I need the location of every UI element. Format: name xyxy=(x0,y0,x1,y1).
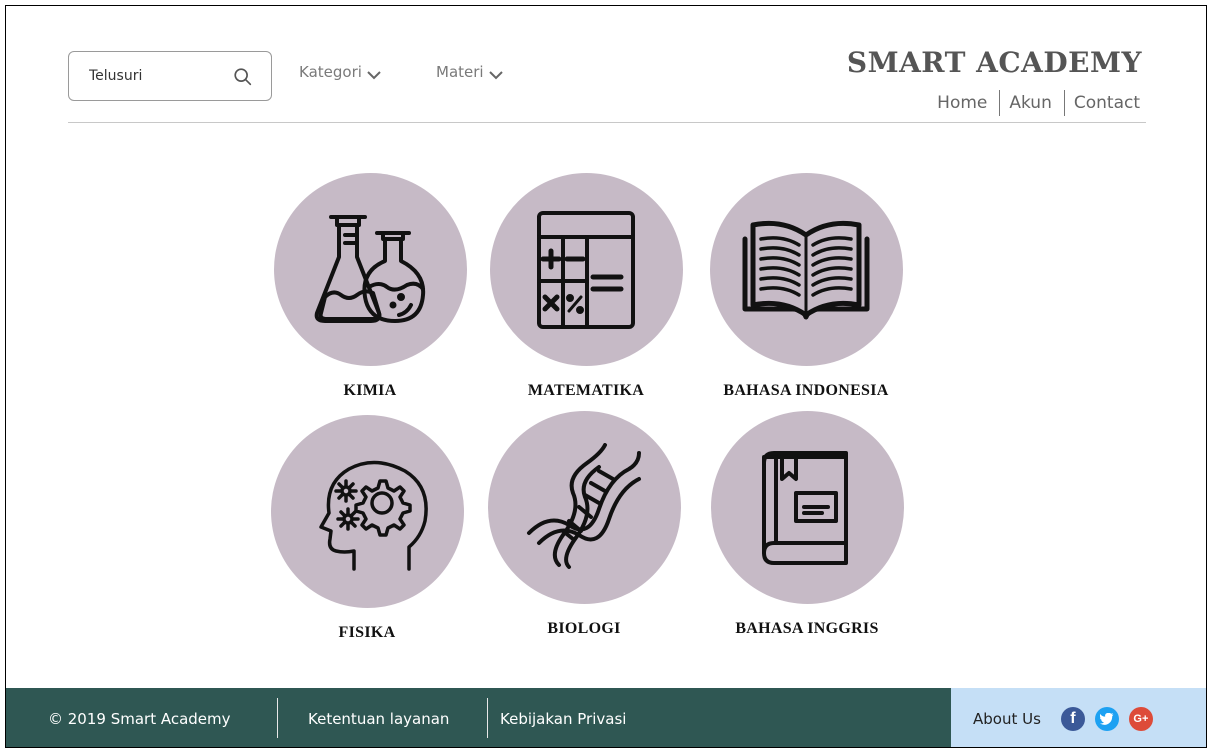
subject-circle[interactable] xyxy=(487,411,681,604)
footer-divider xyxy=(487,698,488,738)
subject-circle[interactable] xyxy=(709,173,903,366)
footer-bar: © 2019 Smart Academy Ketentuan layanan K… xyxy=(6,688,951,747)
footer-divider xyxy=(277,698,278,738)
subject-label[interactable]: KIMIA xyxy=(270,382,470,400)
top-nav-links: Home Akun Contact xyxy=(937,90,1140,116)
dna-icon xyxy=(527,442,641,569)
materi-menu-label: Materi xyxy=(436,63,484,81)
page-frame: Kategori Materi SMART ACADEMY Home Akun … xyxy=(5,5,1207,748)
subject-card-kimia[interactable]: KIMIA xyxy=(270,173,470,400)
footer-about-section: About Us f G+ xyxy=(951,688,1206,747)
materi-menu[interactable]: Materi xyxy=(436,63,504,81)
subject-card-bahasa-inggris[interactable]: BAHASA INGGRIS xyxy=(707,411,907,638)
footer-link-privacy[interactable]: Kebijakan Privasi xyxy=(500,688,626,747)
search-input[interactable] xyxy=(89,52,229,100)
subject-circle[interactable] xyxy=(273,173,467,366)
subject-label[interactable]: FISIKA xyxy=(267,624,467,642)
closed-book-icon xyxy=(762,450,848,565)
subject-card-fisika[interactable]: FISIKA xyxy=(267,415,467,642)
subject-label[interactable]: BAHASA INDONESIA xyxy=(706,382,906,400)
subject-circle[interactable] xyxy=(270,415,464,608)
header-divider xyxy=(68,122,1146,123)
footer-link-about[interactable]: About Us xyxy=(973,710,1041,728)
chevron-down-icon xyxy=(488,71,503,80)
subject-label[interactable]: MATEMATIKA xyxy=(486,382,686,400)
twitter-icon[interactable] xyxy=(1094,706,1119,731)
twitter-bird-glyph xyxy=(1099,712,1114,725)
kategori-menu-label: Kategori xyxy=(299,63,362,81)
nav-link-home[interactable]: Home xyxy=(937,93,987,113)
nav-link-contact[interactable]: Contact xyxy=(1074,93,1140,113)
facebook-icon[interactable]: f xyxy=(1060,706,1085,731)
nav-link-akun[interactable]: Akun xyxy=(1009,93,1052,113)
kategori-menu[interactable]: Kategori xyxy=(299,63,382,81)
open-book-icon xyxy=(742,220,870,319)
search-box[interactable] xyxy=(68,51,272,101)
subject-circle[interactable] xyxy=(710,411,904,604)
footer-copyright: © 2019 Smart Academy xyxy=(48,709,231,728)
nav-divider xyxy=(1063,90,1065,116)
search-icon[interactable] xyxy=(232,66,254,88)
flask-icon xyxy=(314,214,426,323)
chevron-down-icon xyxy=(367,71,381,80)
subject-card-matematika[interactable]: MATEMATIKA xyxy=(486,173,686,400)
subject-circle[interactable] xyxy=(489,173,683,366)
subject-card-biologi[interactable]: BIOLOGI xyxy=(484,411,684,638)
footer-link-terms[interactable]: Ketentuan layanan xyxy=(308,688,449,747)
subject-label[interactable]: BAHASA INGGRIS xyxy=(707,620,907,638)
brain-gears-icon xyxy=(319,460,428,571)
subject-label[interactable]: BIOLOGI xyxy=(484,620,684,638)
nav-divider xyxy=(999,90,1001,116)
brand-title: SMART ACADEMY xyxy=(846,46,1142,79)
calculator-icon xyxy=(537,210,635,329)
google-plus-icon[interactable]: G+ xyxy=(1128,706,1153,731)
subject-card-bahasa-indonesia[interactable]: BAHASA INDONESIA xyxy=(706,173,906,400)
